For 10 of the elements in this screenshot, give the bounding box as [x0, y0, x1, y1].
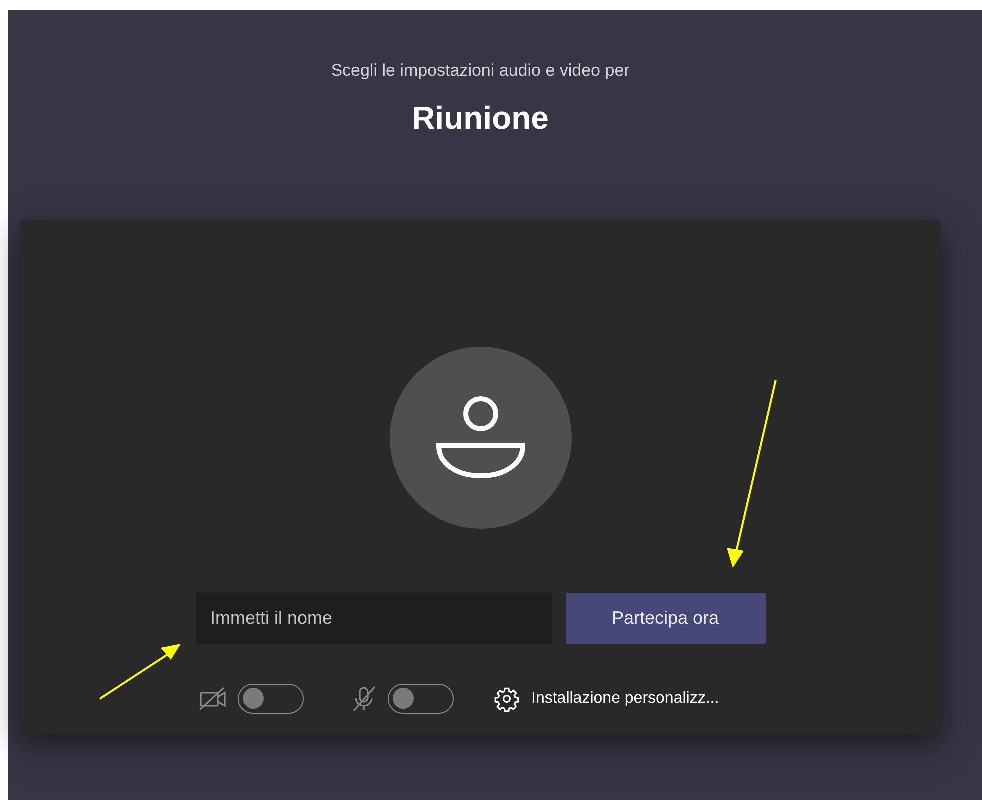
join-button[interactable]: Partecipa ora: [566, 592, 766, 644]
person-icon: [434, 396, 526, 480]
subtitle: Scegli le impostazioni audio e video per: [331, 60, 630, 82]
name-field[interactable]: Immetti il nome: [196, 592, 552, 644]
camera-off-icon: [198, 686, 228, 712]
toggle-switch[interactable]: [388, 684, 454, 714]
toggle-switch[interactable]: [238, 684, 304, 714]
settings-icon: [494, 686, 520, 712]
custom-setup-link[interactable]: Installazione personalizz...: [532, 686, 720, 710]
meeting-title: Riunione: [412, 98, 549, 138]
